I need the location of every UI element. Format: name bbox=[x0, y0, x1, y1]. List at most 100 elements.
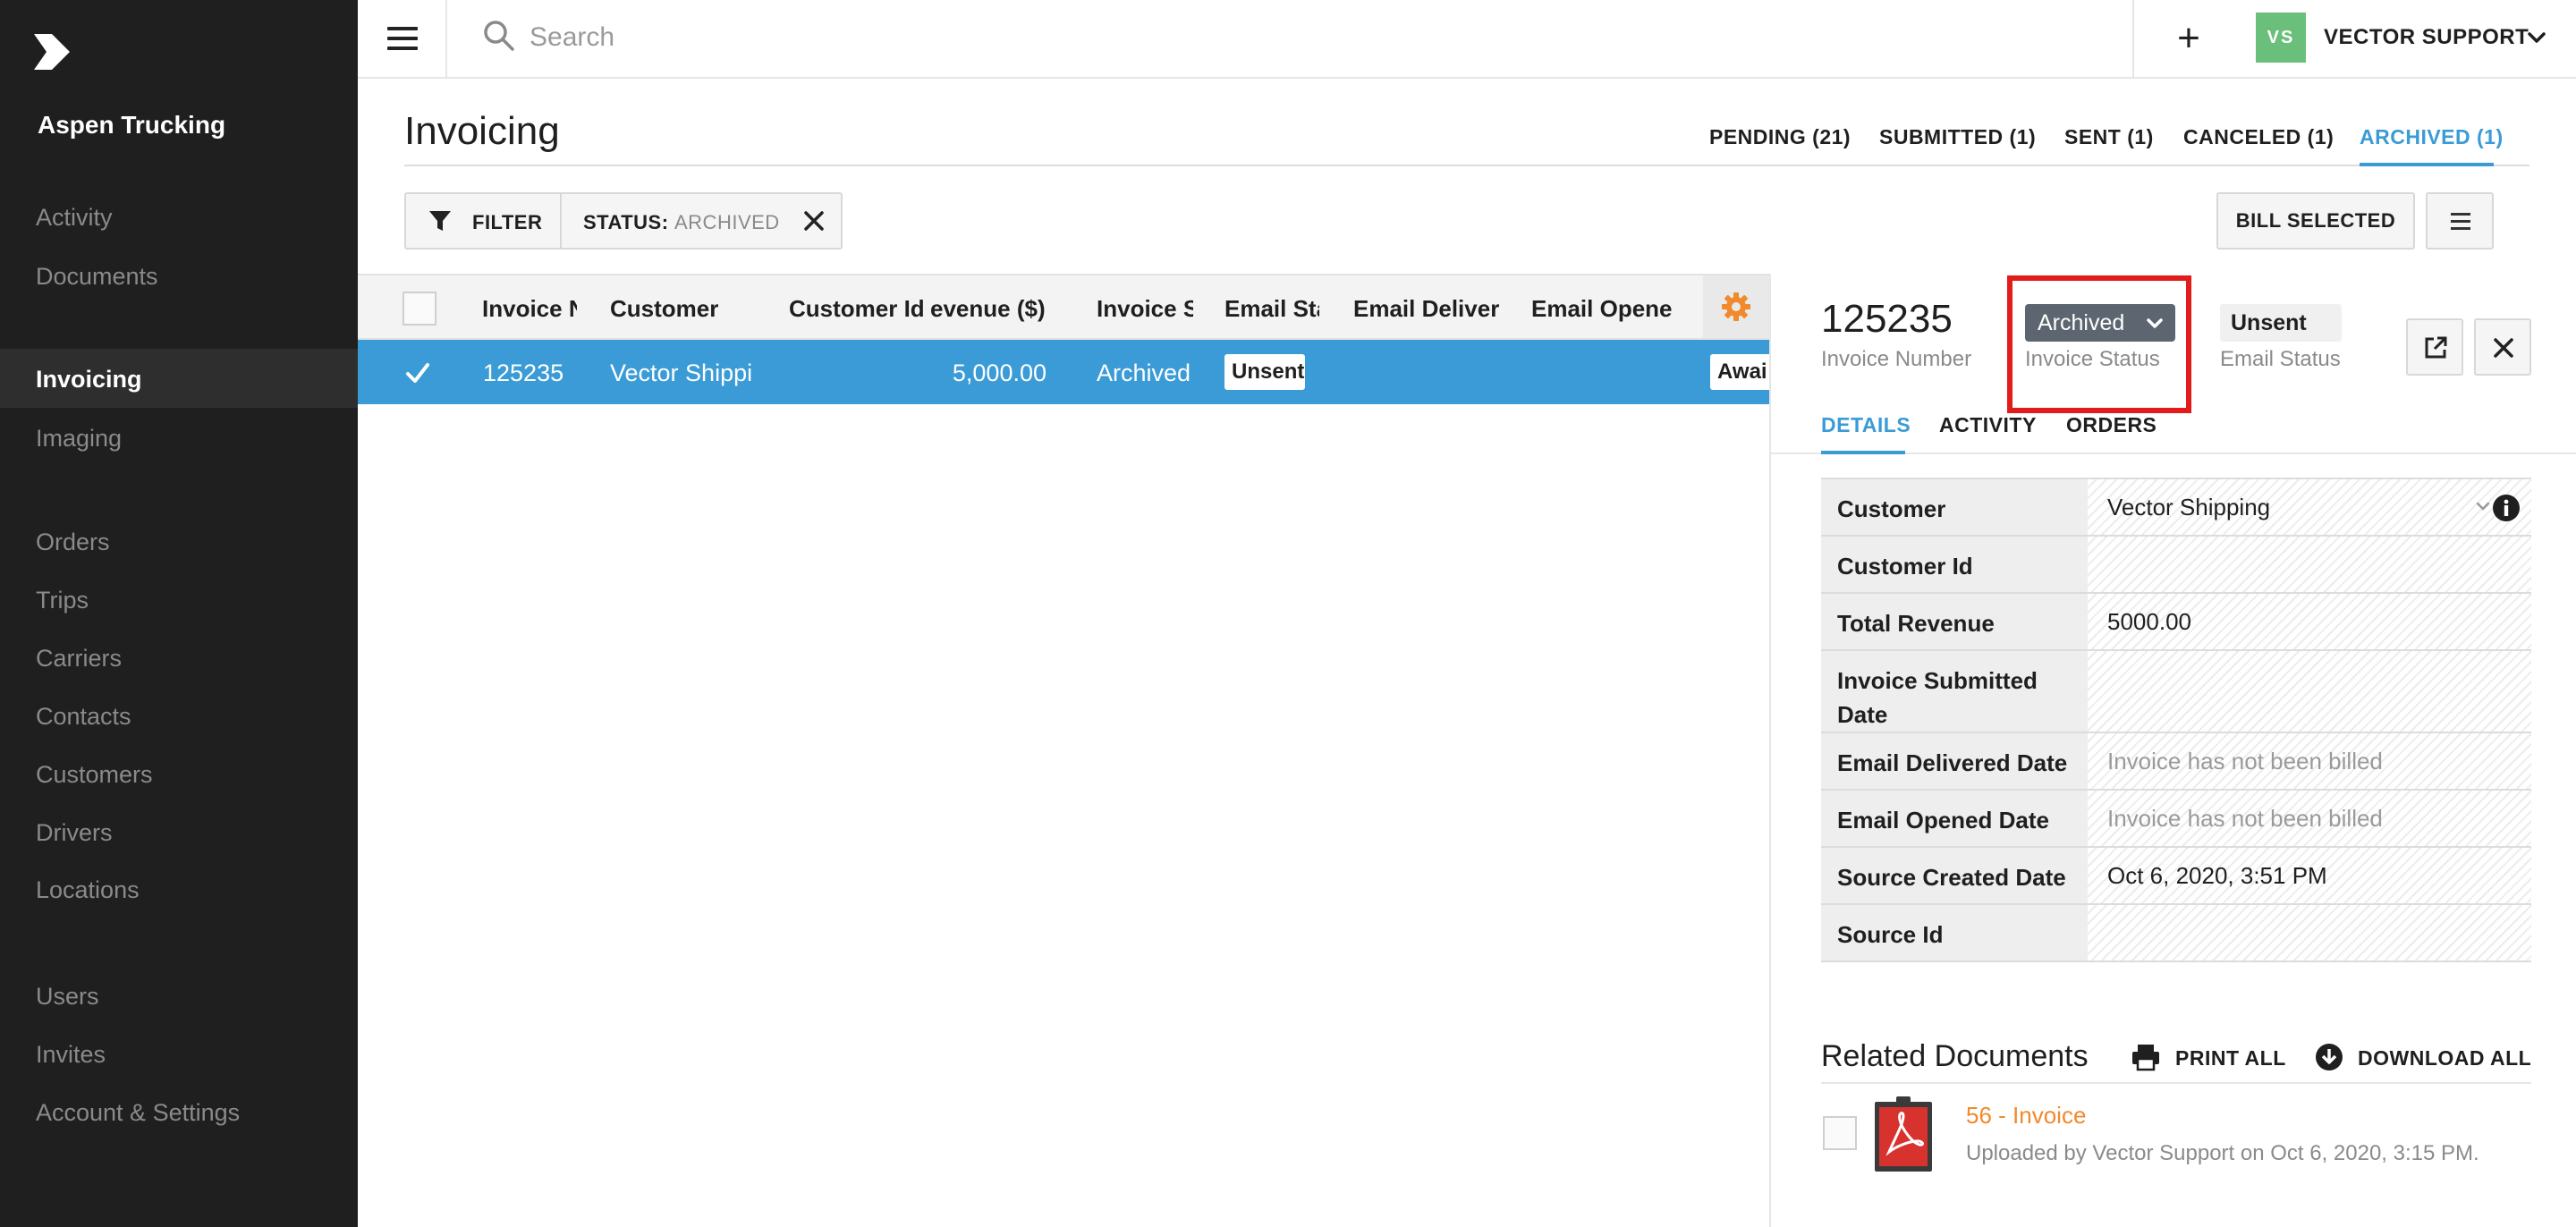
top-bar: + VS VECTOR SUPPORT bbox=[358, 0, 2576, 79]
tab-pending[interactable]: PENDING (21) bbox=[1709, 125, 1851, 149]
print-all-label: PRINT ALL bbox=[2175, 1046, 2286, 1070]
avatar[interactable]: VS bbox=[2256, 13, 2306, 63]
filter-label: FILTER bbox=[472, 211, 543, 233]
tab-sent[interactable]: SENT (1) bbox=[2064, 125, 2154, 149]
tab-archived[interactable]: ARCHIVED (1) bbox=[2360, 125, 2504, 149]
property-value bbox=[2088, 905, 2531, 960]
email-status-badge: Unsent bbox=[2220, 304, 2342, 342]
info-icon[interactable] bbox=[2492, 494, 2521, 522]
list-options-button[interactable] bbox=[2426, 192, 2494, 250]
close-icon[interactable] bbox=[801, 208, 826, 233]
column-header[interactable]: Customer Id bbox=[789, 295, 928, 323]
column-header[interactable]: Email Sta bbox=[1224, 295, 1319, 323]
search-input[interactable] bbox=[528, 18, 1333, 57]
sidebar: Aspen Trucking Activity Documents Invoic… bbox=[0, 0, 358, 1227]
column-header[interactable]: Customer bbox=[610, 295, 780, 323]
email-status-caption: Email Status bbox=[2220, 347, 2341, 371]
sidebar-item-contacts[interactable]: Contacts bbox=[36, 703, 131, 731]
sidebar-item-drivers[interactable]: Drivers bbox=[36, 819, 113, 847]
company-name: Aspen Trucking bbox=[38, 111, 226, 139]
active-tab-indicator bbox=[1821, 451, 1905, 454]
properties-table: Customer Vector Shipping Customer Id Tot… bbox=[1821, 478, 2531, 962]
list-line bbox=[2451, 213, 2470, 216]
property-value: 5000.00 bbox=[2088, 594, 2531, 649]
column-header[interactable]: Invoice S bbox=[1097, 295, 1193, 323]
sidebar-item-documents[interactable]: Documents bbox=[36, 263, 158, 291]
sidebar-item-imaging[interactable]: Imaging bbox=[36, 425, 122, 453]
property-row: Source Id bbox=[1821, 905, 2531, 962]
status-filter-chip[interactable]: STATUS: ARCHIVED bbox=[562, 194, 841, 248]
property-key: Email Delivered Date bbox=[1821, 733, 2088, 789]
filter-bar: FILTER STATUS: ARCHIVED bbox=[404, 192, 843, 250]
tab-orders[interactable]: ORDERS bbox=[2066, 413, 2157, 437]
property-key: Email Opened Date bbox=[1821, 791, 2088, 846]
list-line bbox=[2451, 220, 2470, 223]
cell-revenue: 5,000.00 bbox=[952, 360, 1046, 386]
sidebar-item-carriers[interactable]: Carriers bbox=[36, 645, 122, 673]
property-value: Invoice has not been billed bbox=[2088, 733, 2531, 789]
property-row: Customer Id bbox=[1821, 537, 2531, 594]
status-filter-key: STATUS: bbox=[583, 211, 669, 233]
sidebar-item-users[interactable]: Users bbox=[36, 983, 99, 1011]
chevron-down-icon[interactable] bbox=[2524, 25, 2549, 50]
column-header[interactable]: Email Opene bbox=[1531, 295, 1678, 323]
email-status-badge: Unsent bbox=[1224, 354, 1305, 390]
download-icon bbox=[2316, 1044, 2343, 1070]
column-header[interactable]: Invoice N bbox=[482, 295, 577, 323]
property-key: Customer Id bbox=[1821, 537, 2088, 592]
column-settings[interactable] bbox=[1703, 275, 1769, 338]
filter-button[interactable]: FILTER bbox=[406, 194, 562, 248]
page-title: Invoicing bbox=[404, 109, 560, 153]
property-key: Customer bbox=[1821, 479, 2088, 535]
sidebar-item-invoicing[interactable]: Invoicing bbox=[36, 366, 142, 393]
document-link[interactable]: 56 - Invoice bbox=[1966, 1102, 2086, 1130]
hamburger-menu-button[interactable] bbox=[358, 0, 447, 77]
customer-select[interactable]: Vector Shipping bbox=[2088, 479, 2531, 535]
property-key: Total Revenue bbox=[1821, 594, 2088, 649]
document-checkbox[interactable] bbox=[1823, 1116, 1857, 1150]
sidebar-item-locations[interactable]: Locations bbox=[36, 876, 140, 904]
tab-activity[interactable]: ACTIVITY bbox=[1939, 413, 2037, 437]
related-documents-title: Related Documents bbox=[1821, 1039, 2089, 1073]
hamburger-line bbox=[387, 37, 418, 40]
property-value: Oct 6, 2020, 3:51 PM bbox=[2088, 848, 2531, 903]
tab-canceled[interactable]: CANCELED (1) bbox=[2183, 125, 2334, 149]
status-filter-value: ARCHIVED bbox=[674, 211, 780, 233]
download-all-label: DOWNLOAD ALL bbox=[2358, 1046, 2532, 1070]
sidebar-item-invites[interactable]: Invites bbox=[36, 1041, 106, 1069]
property-value bbox=[2088, 537, 2531, 592]
property-row: Email Delivered Date Invoice has not bee… bbox=[1821, 733, 2531, 791]
sidebar-item-trips[interactable]: Trips bbox=[36, 587, 89, 614]
bill-selected-button[interactable]: BILL SELECTED bbox=[2216, 192, 2415, 250]
active-tab-indicator bbox=[2360, 163, 2494, 166]
chevron-down-icon bbox=[2476, 502, 2490, 511]
gear-icon[interactable] bbox=[1720, 291, 1752, 323]
download-all-button[interactable]: DOWNLOAD ALL bbox=[2315, 1039, 2547, 1075]
add-button[interactable]: + bbox=[2166, 16, 2211, 61]
document-meta: Uploaded by Vector Support on Oct 6, 202… bbox=[1966, 1141, 2479, 1165]
invoice-detail-panel: 125235 Invoice Number Archived Invoice S… bbox=[1769, 274, 2576, 1227]
column-header[interactable]: evenue ($) bbox=[930, 295, 1046, 323]
sidebar-item-activity[interactable]: Activity bbox=[36, 204, 113, 232]
column-header[interactable]: Email Deliver bbox=[1353, 295, 1502, 323]
sidebar-item-account-settings[interactable]: Account & Settings bbox=[36, 1099, 240, 1127]
sidebar-item-customers[interactable]: Customers bbox=[36, 761, 153, 789]
property-row: Total Revenue 5000.00 bbox=[1821, 594, 2531, 651]
search-icon bbox=[484, 21, 514, 51]
property-value: Invoice has not been billed bbox=[2088, 791, 2531, 846]
close-panel-button[interactable] bbox=[2474, 318, 2531, 376]
tabs-divider bbox=[404, 165, 2529, 166]
checkmark-icon[interactable] bbox=[404, 360, 431, 386]
table-row[interactable]: 125235 Vector Shippi 5,000.00 Archived U… bbox=[358, 340, 1769, 404]
print-all-button[interactable]: PRINT ALL bbox=[2131, 1039, 2292, 1075]
list-line bbox=[2451, 227, 2470, 230]
user-menu-name[interactable]: VECTOR SUPPORT bbox=[2324, 25, 2529, 50]
select-all-checkbox[interactable] bbox=[402, 292, 436, 326]
tab-submitted[interactable]: SUBMITTED (1) bbox=[1879, 125, 2036, 149]
tab-details[interactable]: DETAILS bbox=[1821, 413, 1911, 437]
property-value: Vector Shipping bbox=[2107, 494, 2271, 520]
logo-icon[interactable] bbox=[30, 30, 73, 73]
open-in-new-window-button[interactable] bbox=[2406, 318, 2463, 376]
sidebar-item-orders[interactable]: Orders bbox=[36, 529, 110, 556]
pdf-file-icon[interactable] bbox=[1873, 1096, 1934, 1173]
